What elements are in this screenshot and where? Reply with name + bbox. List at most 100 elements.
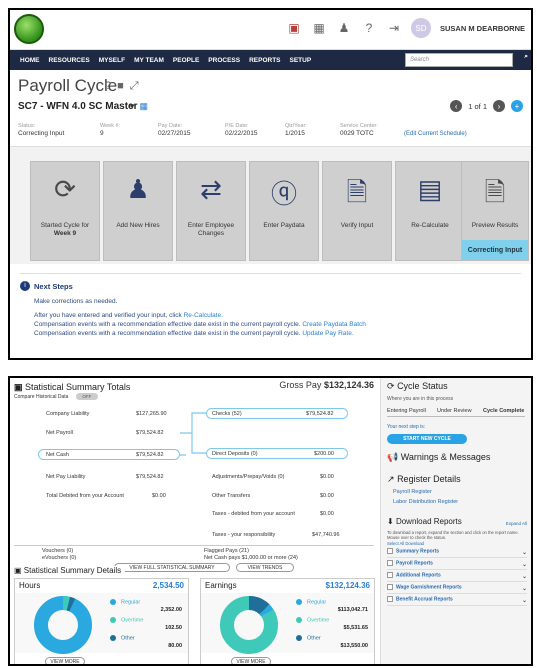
next-steps: i Next Steps Make corrections as needed.… — [20, 273, 521, 353]
chevron-down-icon[interactable]: ⌄ — [522, 585, 527, 592]
video-icon[interactable]: ■ — [117, 80, 124, 93]
user-name[interactable]: SUSAN M DEARBORNE — [440, 24, 525, 33]
calendar-icon[interactable]: ▦ — [140, 101, 149, 112]
cycle-status-title: Cycle Status — [397, 381, 448, 391]
next-step-label: Your next step is: — [387, 424, 426, 430]
report-row[interactable]: Benefit Accrual Reports ⌄ — [387, 596, 527, 606]
step-preview-results[interactable]: 🗎 Preview Results Correcting Input — [461, 161, 529, 261]
cycle-selector[interactable]: SC7 - WFN 4.0 SC Master — [18, 101, 137, 112]
expand-icon[interactable]: ⤢ — [130, 80, 139, 93]
report-checkbox[interactable] — [387, 596, 393, 602]
report-checkbox[interactable] — [387, 584, 393, 590]
report-checkbox[interactable] — [387, 560, 393, 566]
view-more-button[interactable]: VIEW MORE — [231, 657, 271, 664]
prev-icon[interactable]: ‹ — [450, 100, 463, 112]
row-label: Adjustments/Prepay/Voids (0) — [212, 474, 285, 480]
chevron-down-icon[interactable]: ⌄ — [522, 597, 527, 604]
report-row[interactable]: Summary Reports ⌄ — [387, 548, 527, 558]
step-started-cycle[interactable]: ⟳ Started Cycle for Week 9 — [30, 161, 100, 261]
step-re-calculate[interactable]: ▤ Re-Calculate — [395, 161, 465, 261]
tab-cycle-complete[interactable]: Cycle Complete — [483, 408, 524, 414]
step-verify-input[interactable]: 🗎 Verify Input — [322, 161, 392, 261]
start-new-cycle-button[interactable]: START NEW CYCLE — [387, 434, 467, 444]
chevron-down-icon[interactable]: ⌄ — [522, 549, 527, 556]
row-label[interactable]: Net Cash — [46, 452, 69, 458]
row-value: $127,265.90 — [136, 411, 167, 417]
nav-setup[interactable]: SETUP — [290, 57, 312, 64]
labor-distribution-link[interactable]: Labor Distribution Register — [393, 499, 458, 505]
summary-icon: ▣ — [14, 382, 23, 392]
step-add-new-hires[interactable]: ♟ Add New Hires — [103, 161, 173, 261]
nav-my-team[interactable]: MY TEAM — [134, 57, 164, 64]
report-checkbox[interactable] — [387, 548, 393, 554]
edit-schedule-link[interactable]: (Edit Current Schedule) — [404, 131, 467, 137]
tab-under-review[interactable]: Under Review — [437, 408, 472, 414]
next-steps-title: Next Steps — [34, 282, 73, 291]
expand-all-link[interactable]: Expand All — [506, 521, 527, 526]
register-row: ↗ Register Details — [387, 474, 461, 485]
step-enter-employee-changes[interactable]: ⇄ Enter Employee Changes — [176, 161, 246, 261]
view-trends-button[interactable]: VIEW TRENDS — [236, 563, 294, 572]
download-hint: To download a report, expand the section… — [387, 530, 519, 540]
avatar[interactable]: SD — [410, 18, 431, 38]
recalculate-link[interactable]: Re-Calculate. — [184, 312, 223, 319]
tab-entering-payroll[interactable]: Entering Payroll — [387, 408, 426, 414]
view-full-summary-button[interactable]: VIEW FULL STATISTICAL SUMMARY — [114, 563, 230, 572]
hours-card: Hours 2,534.50 Regular 2,352.00 Overtime … — [14, 578, 189, 664]
hours-total: 2,534.50 — [152, 581, 184, 590]
add-person-icon: ♟ — [126, 174, 150, 204]
meta-week: 9 — [100, 130, 104, 137]
nav-reports[interactable]: REPORTS — [249, 57, 280, 64]
other-dot — [296, 635, 302, 641]
cycle-where: Where you are in this process — [387, 396, 454, 402]
warnings-row[interactable]: 📢 Warnings & Messages — [387, 452, 490, 463]
regular-dot — [110, 599, 116, 605]
search-input[interactable]: Search — [405, 53, 513, 67]
net-cash-pays[interactable]: Net Cash pays $1,000.00 or more (24) — [204, 555, 298, 561]
earnings-other-value: $13,550.00 — [340, 643, 368, 649]
nav-process[interactable]: PROCESS — [208, 57, 240, 64]
row-label: Company Liability — [46, 411, 90, 417]
flagged-pays[interactable]: Flagged Pays (21) — [204, 548, 249, 554]
report-checkbox[interactable] — [387, 572, 393, 578]
chevron-down-icon[interactable]: ⌄ — [522, 561, 527, 568]
briefcase-icon[interactable]: ▣ — [286, 20, 302, 36]
report-label: Benefit Accrual Reports — [396, 596, 453, 603]
report-row[interactable]: Additional Reports ⌄ — [387, 572, 527, 582]
search-icon[interactable]: ⌕ — [524, 53, 528, 61]
hours-regular-value: 2,352.00 — [160, 607, 182, 613]
logout-icon[interactable]: ⇥ — [386, 20, 402, 36]
tab-divider — [387, 416, 525, 417]
compare-toggle[interactable]: OFF — [75, 393, 98, 400]
chevron-down-icon[interactable]: ▾ — [130, 101, 135, 112]
divider — [14, 545, 374, 546]
create-paydata-batch-link[interactable]: Create Paydata Batch — [302, 321, 366, 328]
report-row[interactable]: Payroll Reports ⌄ — [387, 560, 527, 570]
report-row[interactable]: Wage Garnishment Reports ⌄ — [387, 584, 527, 594]
select-all-link[interactable]: Select All Download — [387, 541, 424, 546]
calendar-icon[interactable]: ▦ — [311, 20, 327, 36]
details-title-row: ▣ Statistical Summary Details — [14, 566, 126, 575]
row-label: Net Pay Liability — [46, 474, 86, 480]
help-icon[interactable]: ? — [105, 80, 111, 93]
add-icon[interactable]: + — [511, 100, 523, 112]
step-label: Enter Employee Changes — [187, 222, 235, 237]
row-label[interactable]: Checks (52) — [212, 411, 242, 417]
step-enter-paydata[interactable]: ⓠ Enter Paydata — [249, 161, 319, 261]
update-pay-rate-link[interactable]: Update Pay Rate. — [302, 330, 353, 337]
help-icon[interactable]: ? — [361, 20, 377, 36]
main-nav: HOME RESOURCES MYSELF MY TEAM PEOPLE PRO… — [10, 50, 531, 70]
row-label[interactable]: Direct Deposits (0) — [212, 451, 258, 457]
person-icon[interactable]: ♟ — [336, 20, 352, 36]
subtitle-icons: ▾ ▦ — [130, 101, 148, 112]
nav-resources[interactable]: RESOURCES — [49, 57, 90, 64]
nav-myself[interactable]: MYSELF — [99, 57, 125, 64]
nav-home[interactable]: HOME — [20, 57, 40, 64]
nav-people[interactable]: PEOPLE — [173, 57, 199, 64]
next-icon[interactable]: › — [493, 100, 505, 112]
compare-row: Compare Historical Data OFF — [14, 393, 98, 400]
chevron-down-icon[interactable]: ⌄ — [522, 573, 527, 580]
adp-logo[interactable] — [14, 14, 44, 44]
view-more-button[interactable]: VIEW MORE — [45, 657, 85, 664]
payroll-register-link[interactable]: Payroll Register — [393, 489, 432, 495]
